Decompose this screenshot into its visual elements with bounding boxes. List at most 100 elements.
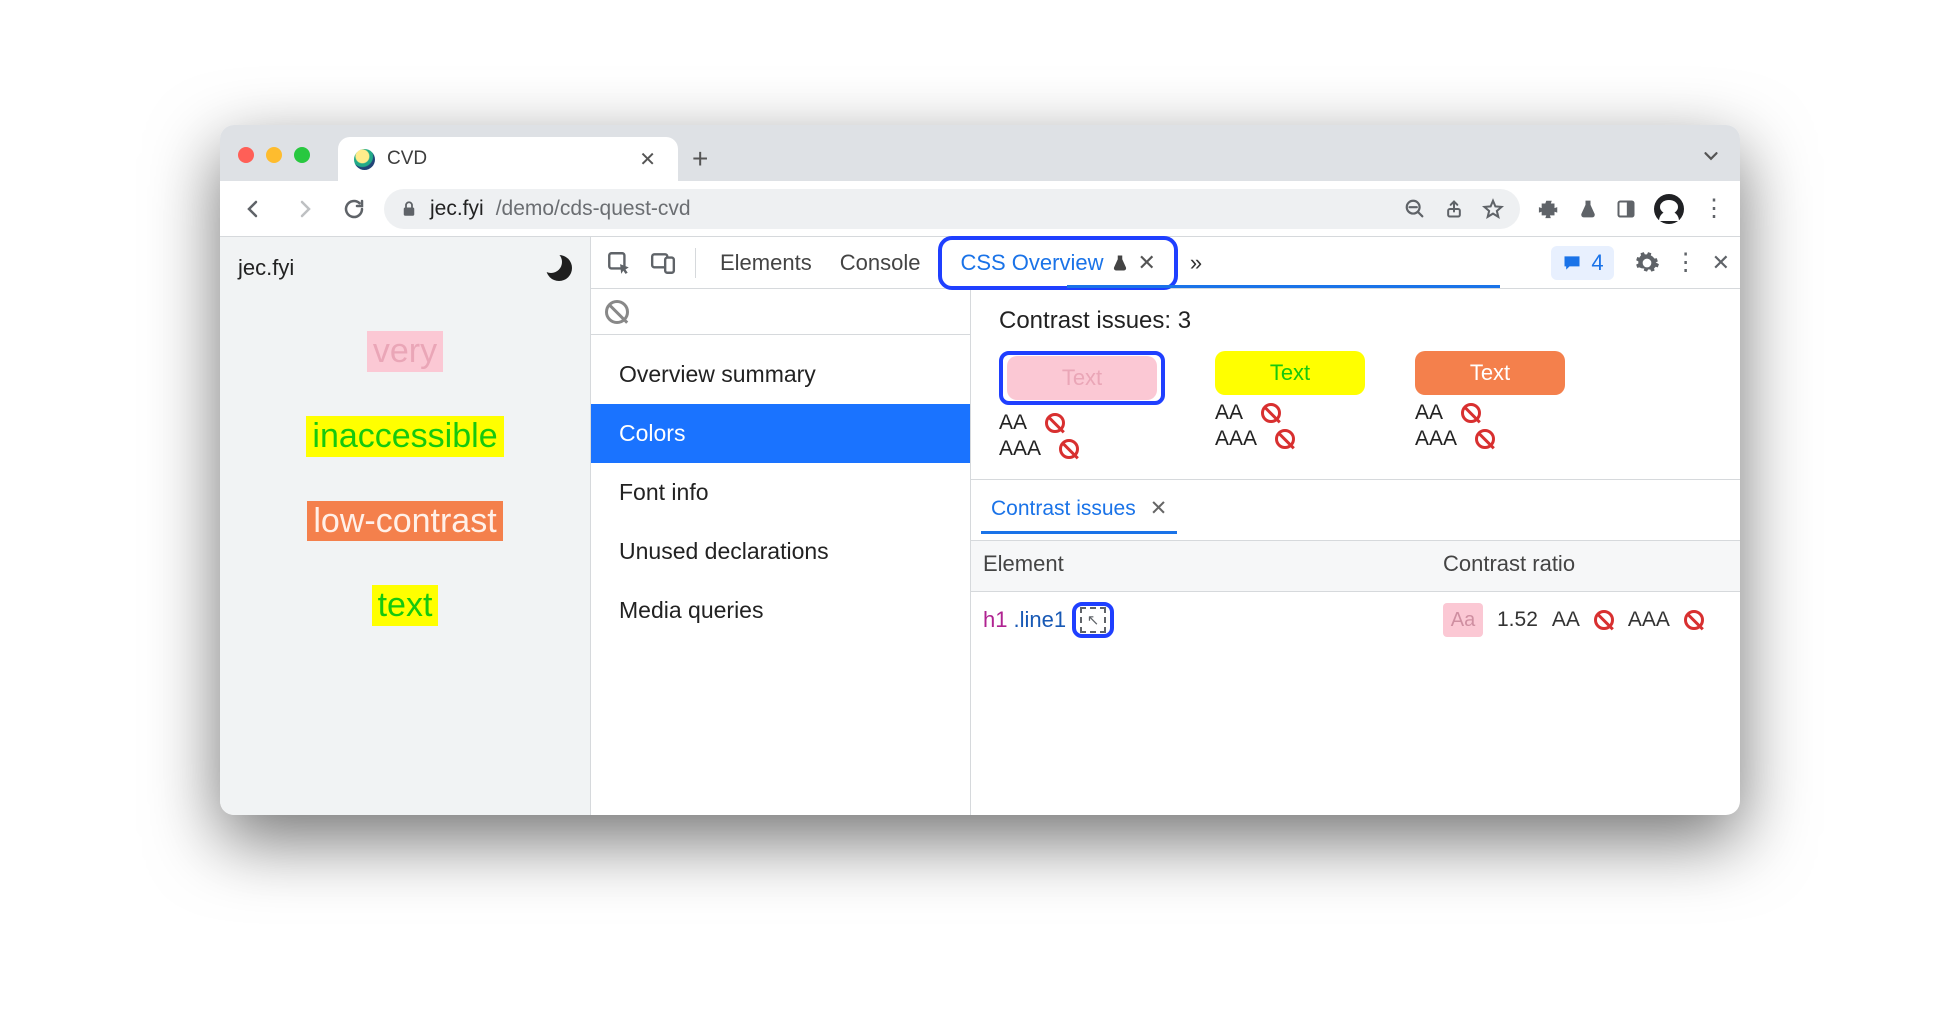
window-controls [238,147,310,163]
drawer-tab-label: Contrast issues [991,497,1136,521]
settings-icon[interactable] [1634,250,1660,276]
fail-icon [1684,610,1704,630]
overview-item-summary[interactable]: Overview summary [591,345,970,404]
fail-icon [1059,439,1079,459]
share-icon[interactable] [1444,198,1464,220]
swatch-chip: Text [1007,356,1157,400]
site-brand: jec.fyi [238,255,294,281]
demo-word-1: very [367,331,443,372]
address-bar[interactable]: jec.fyi/demo/cds-quest-cvd [384,189,1520,229]
wcag-aaa-label: AAA [1415,427,1457,451]
contrast-drawer: Contrast issues ✕ Element Contrast ratio [971,479,1740,648]
wcag-aaa-label: AAA [1628,608,1670,632]
wcag-aa-label: AA [1552,608,1580,632]
overview-sidebar: Overview summary Colors Font info Unused… [591,289,971,815]
wcag-aa-label: AA [1215,401,1243,425]
issues-count: 4 [1591,250,1603,276]
back-button[interactable] [234,189,274,229]
page-viewport: jec.fyi very inaccessible low-contrast t… [220,237,590,815]
contrast-issues-count: 3 [1178,307,1191,334]
minimize-window-button[interactable] [266,147,282,163]
forward-button[interactable] [284,189,324,229]
overview-toolbar [591,289,970,335]
tab-css-overview[interactable]: CSS Overview ✕ [950,242,1165,284]
reload-button[interactable] [334,189,374,229]
tab-console[interactable]: Console [830,242,931,284]
demo-word-4: text [372,585,439,626]
zoom-icon[interactable] [1404,198,1426,220]
devtools-tabbar: Elements Console CSS Overview ✕ » 4 ⋮ [591,237,1740,289]
lock-icon [400,199,418,219]
toolbar: jec.fyi/demo/cds-quest-cvd ⋮ [220,181,1740,237]
scroll-into-view-icon[interactable]: ↖ [1080,607,1106,633]
issues-badge[interactable]: 4 [1551,246,1613,280]
column-contrast-header[interactable]: Contrast ratio [1431,541,1740,592]
demo-word-2: inaccessible [306,416,503,457]
wcag-aa-label: AA [999,411,1027,435]
overview-item-fonts[interactable]: Font info [591,463,970,522]
bookmark-panel-icon[interactable] [1616,199,1636,219]
extensions-icon[interactable] [1538,198,1560,220]
overview-item-colors[interactable]: Colors [591,404,970,463]
contrast-swatch-3[interactable]: Text AA AAA [1415,351,1565,461]
fail-icon [1594,610,1614,630]
tab-css-overview-label: CSS Overview [960,250,1103,276]
new-tab-button[interactable]: + [678,143,722,181]
fail-icon [1045,413,1065,433]
flask-icon [1111,254,1129,272]
browser-window: CVD ✕ + jec.fyi/demo/cds-quest-cvd ⋮ [220,125,1740,815]
tab-strip: CVD ✕ + [220,125,1740,181]
element-tag: h1 [983,607,1007,633]
fail-icon [1261,403,1281,423]
close-window-button[interactable] [238,147,254,163]
clear-overview-icon[interactable] [605,300,629,324]
contrast-issues-label: Contrast issues: [999,307,1171,334]
tab-elements[interactable]: Elements [710,242,822,284]
tab-title: CVD [387,148,619,170]
contrast-swatch-2[interactable]: Text AA AAA [1215,351,1365,461]
highlight-ring: CSS Overview ✕ [938,236,1177,290]
swatch-chip: Text [1415,351,1565,395]
experiments-icon[interactable] [1578,198,1598,220]
demo-word-3: low-contrast [307,501,502,542]
overview-main: Contrast issues: 3 Text AA AAA Text [971,289,1740,815]
inspect-element-icon[interactable] [601,245,637,281]
drawer-tab-contrast[interactable]: Contrast issues ✕ [981,486,1177,534]
close-panel-button[interactable]: ✕ [1137,250,1155,276]
chrome-menu-button[interactable]: ⋮ [1702,204,1726,214]
contrast-ratio-value: 1.52 [1497,608,1538,632]
overview-item-media[interactable]: Media queries [591,581,970,640]
overview-item-unused[interactable]: Unused declarations [591,522,970,581]
more-tabs-button[interactable]: » [1190,250,1202,276]
table-row[interactable]: h1.line1 ↖ Aa 1.52 AA AAA [971,592,1740,648]
fail-icon [1475,429,1495,449]
close-drawer-button[interactable]: ✕ [1150,496,1168,521]
wcag-aaa-label: AAA [999,437,1041,461]
fail-icon [1461,403,1481,423]
close-tab-button[interactable]: ✕ [631,143,664,176]
device-toolbar-icon[interactable] [645,245,681,281]
devtools-panel: Elements Console CSS Overview ✕ » 4 ⋮ [590,237,1740,815]
maximize-window-button[interactable] [294,147,310,163]
favicon-icon [354,149,375,170]
close-devtools-button[interactable]: ✕ [1712,250,1730,276]
ratio-swatch: Aa [1443,603,1483,637]
chat-icon [1561,253,1583,273]
element-class: .line1 [1013,607,1066,633]
theme-toggle-icon[interactable] [546,255,572,281]
devtools-menu-button[interactable]: ⋮ [1674,258,1698,268]
wcag-aaa-label: AAA [1215,427,1257,451]
contrast-swatch-1[interactable]: Text AA AAA [999,351,1165,461]
browser-tab[interactable]: CVD ✕ [338,137,678,181]
wcag-aa-label: AA [1415,401,1443,425]
url-host: jec.fyi [430,197,484,221]
star-icon[interactable] [1482,198,1504,220]
tab-overflow-button[interactable] [1700,145,1722,167]
fail-icon [1275,429,1295,449]
column-element-header[interactable]: Element [971,541,1431,592]
profile-avatar[interactable] [1654,194,1684,224]
highlight-ring: ↖ [1072,602,1114,638]
url-path: /demo/cds-quest-cvd [496,197,691,221]
highlight-ring: Text [999,351,1165,405]
swatch-chip: Text [1215,351,1365,395]
